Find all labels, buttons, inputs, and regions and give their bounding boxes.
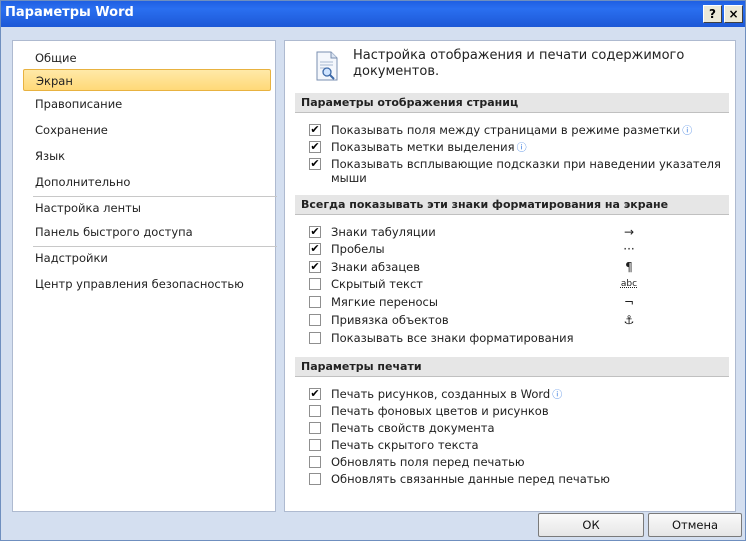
option-label: Знаки абзацев: [331, 260, 420, 274]
option-label: Привязка объектов: [331, 313, 449, 327]
nav-item-customize-ribbon[interactable]: Настройка ленты: [23, 197, 271, 219]
paragraph-mark-icon: ¶: [625, 260, 633, 274]
nav-item-language[interactable]: Язык: [23, 145, 271, 167]
tab-mark-icon: →: [623, 225, 635, 239]
checkbox[interactable]: ✔: [309, 141, 321, 153]
nav-item-general[interactable]: Общие: [23, 47, 271, 69]
checkbox[interactable]: [309, 473, 321, 485]
settings-pane: Настройка отображения и печати содержимо…: [284, 40, 736, 512]
checkbox[interactable]: ✔: [309, 388, 321, 400]
checkbox[interactable]: [309, 296, 321, 308]
category-nav: Общие Экран Правописание Сохранение Язык…: [12, 40, 277, 512]
section-print-header: Параметры печати: [295, 357, 729, 377]
option-label: Показывать все знаки форматирования: [331, 331, 574, 345]
checkbox[interactable]: ✔: [309, 243, 321, 255]
nav-item-save[interactable]: Сохранение: [23, 119, 271, 141]
option-label: Показывать метки выделения: [331, 140, 515, 154]
option-label: Показывать поля между страницами в режим…: [331, 123, 681, 137]
option-label: Скрытый текст: [331, 277, 424, 291]
checkbox[interactable]: ✔: [309, 124, 321, 136]
option-label: Обновлять связанные данные перед печатью: [331, 472, 610, 486]
window-title: Параметры Word: [5, 5, 134, 20]
section-display-header: Параметры отображения страниц: [295, 93, 729, 113]
info-icon: ⓘ: [552, 390, 563, 401]
option-label: Мягкие переносы: [331, 295, 438, 309]
option-label: Печать рисунков, созданных в Word: [331, 387, 551, 401]
hidden-text-icon: abc: [620, 279, 638, 289]
section-marks-header: Всегда показывать эти знаки форматирован…: [295, 195, 729, 215]
document-magnifier-icon: [316, 51, 338, 81]
nav-item-quick-access[interactable]: Панель быстрого доступа: [23, 221, 271, 243]
checkbox[interactable]: ✔: [309, 158, 321, 170]
option-label: Обновлять поля перед печатью: [331, 455, 525, 469]
checkbox[interactable]: [309, 332, 321, 344]
option-label: Печать фоновых цветов и рисунков: [331, 404, 549, 418]
checkbox[interactable]: [309, 422, 321, 434]
title-bar: Параметры Word ? ×: [1, 1, 745, 27]
space-mark-icon: ···: [623, 242, 635, 256]
checkbox[interactable]: ✔: [309, 261, 321, 273]
info-icon: ⓘ: [516, 143, 527, 154]
anchor-icon: ⚓: [623, 313, 635, 327]
option-label: Пробелы: [331, 242, 385, 256]
info-icon: ⓘ: [682, 126, 693, 137]
nav-item-advanced[interactable]: Дополнительно: [23, 171, 271, 193]
nav-item-display[interactable]: Экран: [23, 69, 271, 91]
checkbox[interactable]: [309, 439, 321, 451]
option-label: Показывать всплывающие подсказки при нав…: [331, 157, 721, 185]
option-label: Печать свойств документа: [331, 421, 495, 435]
help-button[interactable]: ?: [703, 5, 722, 23]
nav-item-trust-center[interactable]: Центр управления безопасностью: [23, 273, 271, 295]
checkbox[interactable]: ✔: [309, 226, 321, 238]
checkbox[interactable]: [309, 456, 321, 468]
checkbox[interactable]: [309, 314, 321, 326]
cancel-button[interactable]: Отмена: [648, 513, 742, 537]
option-label: Печать скрытого текста: [331, 438, 479, 452]
hyphen-mark-icon: ¬: [623, 295, 635, 309]
nav-item-addins[interactable]: Надстройки: [23, 247, 271, 269]
ok-button[interactable]: ОК: [538, 513, 644, 537]
nav-item-proofing[interactable]: Правописание: [23, 93, 271, 115]
checkbox[interactable]: [309, 405, 321, 417]
page-header: Настройка отображения и печати содержимо…: [353, 48, 685, 79]
option-label: Знаки табуляции: [331, 225, 436, 239]
close-button[interactable]: ×: [724, 5, 743, 23]
checkbox[interactable]: [309, 278, 321, 290]
